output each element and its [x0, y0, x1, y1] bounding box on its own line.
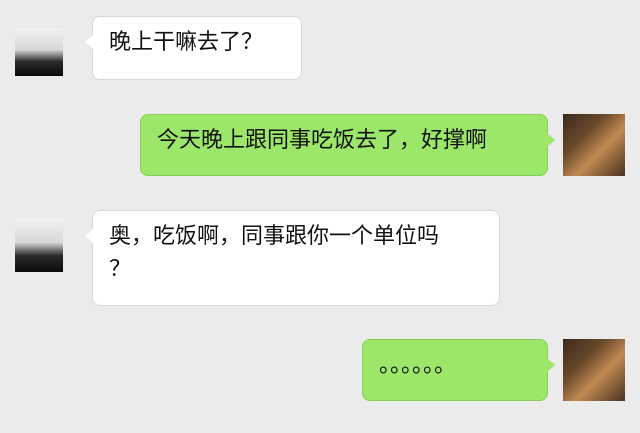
contact-avatar[interactable]: [15, 218, 63, 272]
message-text: 。。。。。。: [379, 353, 457, 378]
message-bubble-incoming[interactable]: 奥，吃饭啊，同事跟你一个单位吗 ？: [85, 210, 500, 306]
self-avatar[interactable]: [563, 114, 625, 176]
message-bubble-incoming[interactable]: 晚上干嘛去了？: [85, 16, 302, 80]
bubble-tail: [85, 229, 93, 243]
message-text: 晚上干嘛去了？: [109, 30, 264, 55]
contact-avatar[interactable]: [15, 28, 63, 76]
message-text: 奥，吃饭啊，同事跟你一个单位吗 ？: [109, 224, 440, 282]
bubble-tail: [547, 133, 555, 147]
bubble-tail: [85, 35, 93, 49]
bubble-tail: [547, 358, 555, 372]
self-avatar[interactable]: [563, 339, 625, 401]
message-bubble-outgoing[interactable]: 。。。。。。: [362, 339, 555, 401]
message-bubble-outgoing[interactable]: 今天晚上跟同事吃饭去了，好撑啊: [140, 114, 555, 176]
message-text: 今天晚上跟同事吃饭去了，好撑啊: [157, 128, 488, 153]
